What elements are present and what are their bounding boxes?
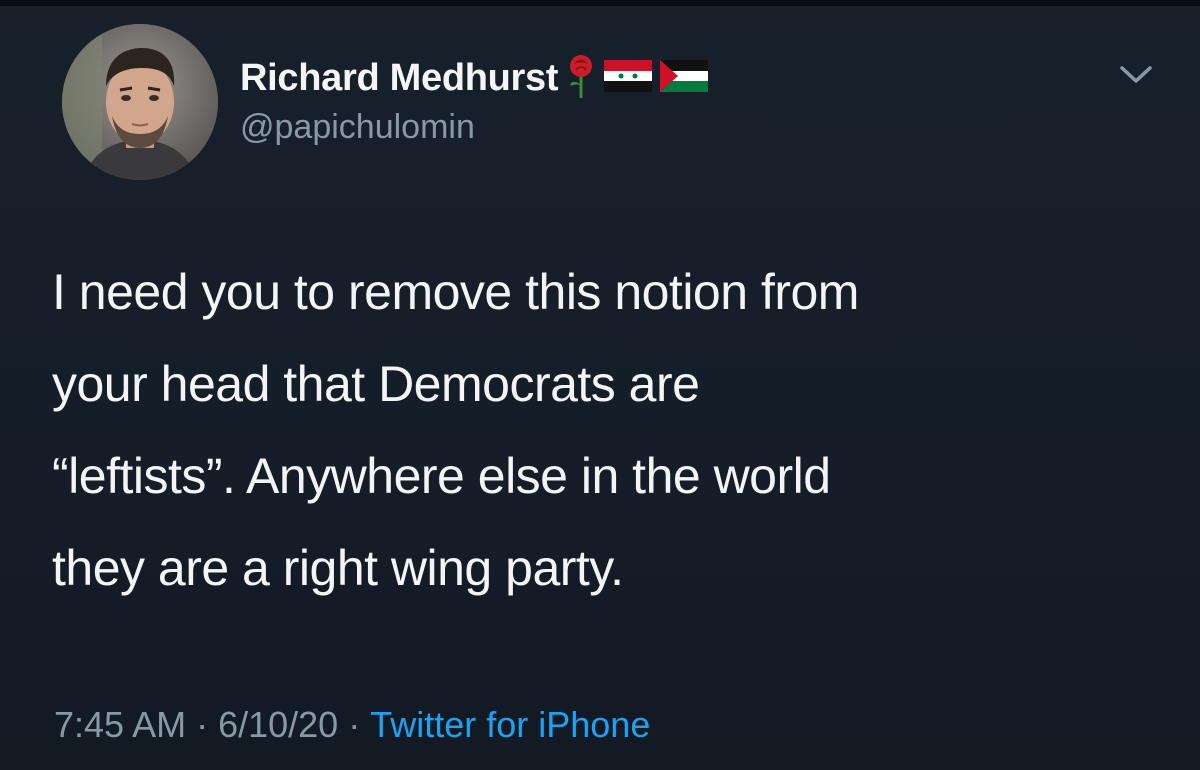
tweet-text-line: I need you to remove this notion from	[52, 264, 859, 320]
meta-separator: ·	[196, 704, 209, 745]
top-border	[0, 0, 1200, 6]
tweet-time[interactable]: 7:45 AM	[54, 704, 186, 746]
tweet-text-line: they are a right wing party.	[52, 540, 624, 596]
tweet-text-line: “leftists”. Anywhere else in the world	[52, 448, 831, 504]
palestine-flag-emoji-icon	[660, 59, 709, 97]
avatar-photo-icon	[62, 24, 218, 180]
meta-separator: ·	[348, 704, 361, 745]
avatar[interactable]	[62, 24, 218, 180]
tweet-date[interactable]: 6/10/20	[218, 704, 338, 746]
author-display-name[interactable]: Richard Medhurst	[240, 57, 559, 100]
author-handle[interactable]: @papichulomin	[240, 108, 475, 147]
rose-emoji-icon	[566, 54, 596, 103]
tweet-source-link[interactable]: Twitter for iPhone	[370, 704, 650, 746]
tweet-body: I need you to remove this notion from yo…	[52, 246, 1162, 614]
tweet-text-line: your head that Democrats are	[52, 356, 700, 412]
chevron-down-icon	[1120, 66, 1152, 83]
author-name-row[interactable]: Richard Medhurst	[240, 54, 709, 103]
tweet-screenshot: Richard Medhurst @papichulomin I need yo…	[0, 0, 1200, 770]
tweet-menu-button[interactable]	[1112, 56, 1160, 92]
syria-flag-emoji-icon	[604, 59, 653, 97]
tweet-metadata: 7:45 AM · 6/10/20 · Twitter for iPhone	[54, 700, 650, 750]
